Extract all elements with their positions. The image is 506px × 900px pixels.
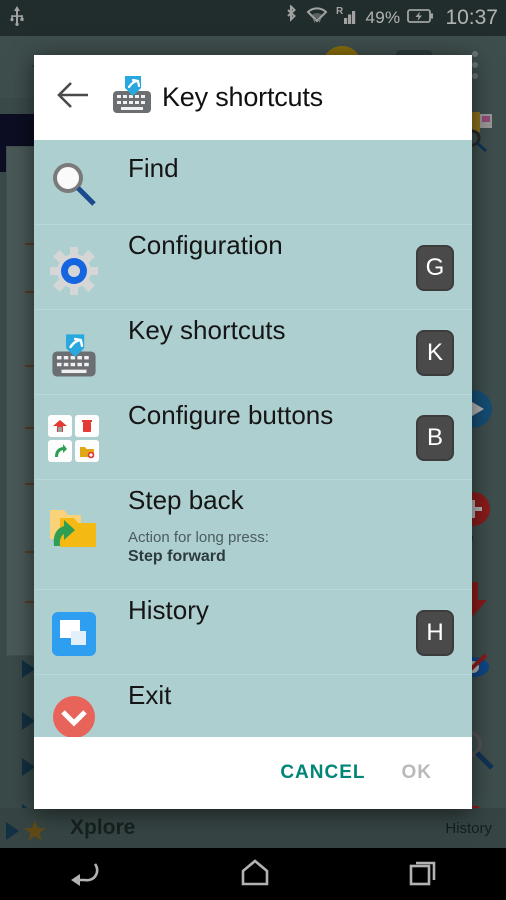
list-item-configure-buttons[interactable]: Configure buttons B xyxy=(34,395,472,480)
folder-back-icon xyxy=(46,500,102,556)
key-badge-b[interactable]: B xyxy=(416,415,454,461)
new-folder-icon xyxy=(75,440,99,462)
exit-icon xyxy=(46,689,102,737)
shortcuts-list[interactable]: Find Configuration G Key shortcuts K Con… xyxy=(34,140,472,737)
dialog-title: Key shortcuts xyxy=(162,82,323,112)
gear-icon xyxy=(46,243,102,299)
button-grid-icon xyxy=(46,411,102,467)
list-item-key-shortcuts[interactable]: Key shortcuts K xyxy=(34,310,472,395)
long-press-value: Step forward xyxy=(128,548,226,566)
list-item-history[interactable]: History H xyxy=(34,590,472,675)
key-badge-h[interactable]: H xyxy=(416,610,454,656)
list-item-label: History xyxy=(128,595,209,625)
key-shortcuts-dialog: Key shortcuts Find Configuration G Key s… xyxy=(34,55,472,809)
home-up-icon xyxy=(48,415,72,437)
back-arrow-icon[interactable] xyxy=(56,80,92,115)
list-item-label: Step back xyxy=(128,485,244,515)
ok-button[interactable]: OK xyxy=(398,756,437,790)
keyboard-shortcut-icon xyxy=(46,328,102,384)
list-item-exit[interactable]: Exit xyxy=(34,675,472,737)
dialog-header: Key shortcuts xyxy=(34,55,472,140)
list-item-configuration[interactable]: Configuration G xyxy=(34,225,472,310)
trash-icon xyxy=(75,415,99,437)
list-item-label: Configuration xyxy=(128,230,283,260)
history-icon xyxy=(46,606,102,662)
key-badge-k[interactable]: K xyxy=(416,330,454,376)
list-item-find[interactable]: Find xyxy=(34,140,472,225)
long-press-label: Action for long press: xyxy=(128,529,269,547)
cancel-button[interactable]: CANCEL xyxy=(276,756,369,790)
up-arrow-icon xyxy=(48,440,72,462)
magnifier-icon xyxy=(46,156,102,212)
keyboard-shortcut-icon xyxy=(110,73,154,122)
list-item-label: Configure buttons xyxy=(128,400,334,430)
list-item-label: Exit xyxy=(128,680,172,710)
dialog-actions: CANCEL OK xyxy=(34,737,472,809)
key-badge-g[interactable]: G xyxy=(416,245,454,291)
list-item-label: Key shortcuts xyxy=(128,315,286,345)
list-item-label: Find xyxy=(128,153,179,183)
list-item-step-back[interactable]: Step back Action for long press: Step fo… xyxy=(34,480,472,590)
